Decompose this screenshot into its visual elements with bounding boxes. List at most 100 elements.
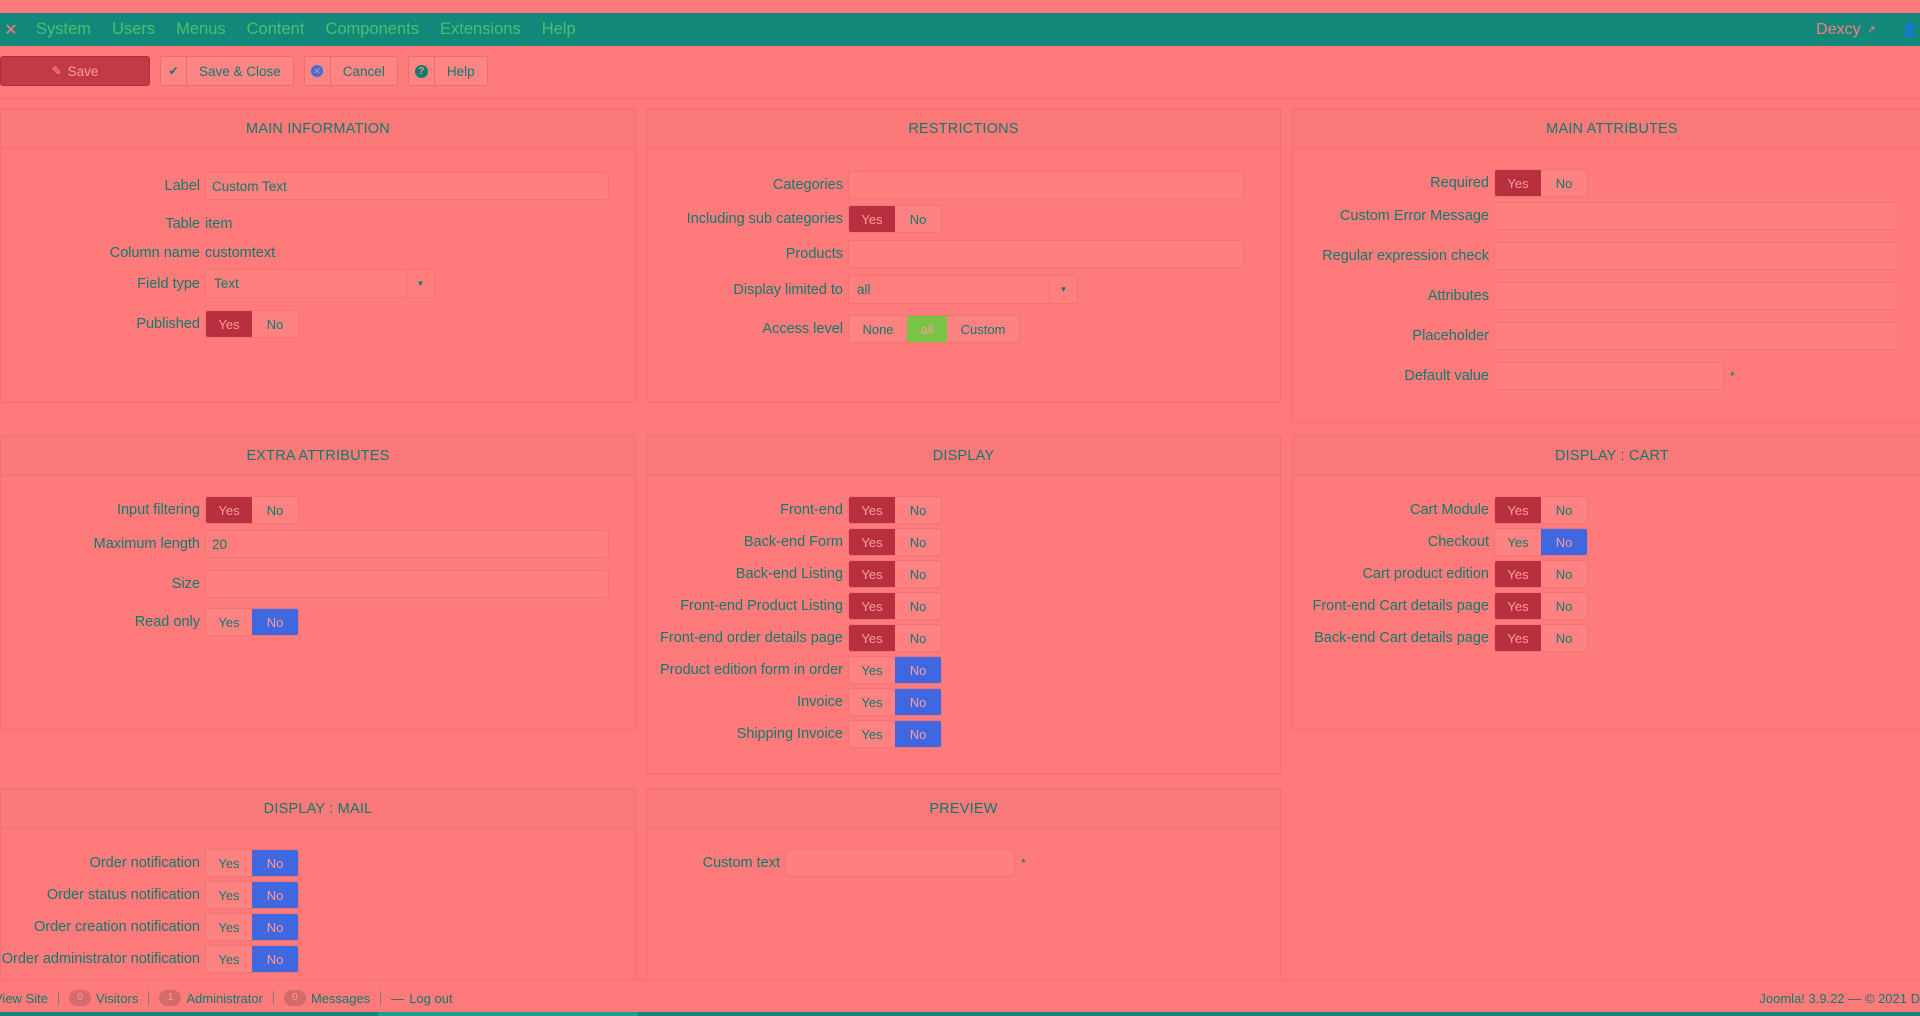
field-label: Size bbox=[171, 576, 200, 592]
categories-input[interactable] bbox=[848, 171, 1244, 199]
size-input[interactable] bbox=[205, 570, 609, 598]
menu-help[interactable]: Help bbox=[542, 20, 576, 39]
joomla-logo-icon[interactable]: ✕ bbox=[0, 13, 22, 46]
toggle-row: Back-end Form Yes No bbox=[647, 528, 1280, 556]
site-name-link[interactable]: Dexcy bbox=[1816, 21, 1860, 39]
status-footer: View Site 0 Visitors 1 Administrator 0 M… bbox=[0, 979, 1920, 1016]
messages-count-badge: 0 bbox=[283, 990, 306, 1006]
menu-system[interactable]: System bbox=[36, 20, 91, 39]
panel-title: DISPLAY bbox=[647, 436, 1280, 476]
panel-display-mail: DISPLAY : MAIL Order notification Yes No Or… bbox=[0, 788, 636, 988]
display-limited-select[interactable]: all ▼ bbox=[848, 275, 1078, 304]
regex-input[interactable] bbox=[1494, 242, 1898, 270]
default-value-input[interactable] bbox=[1494, 362, 1724, 390]
toggle-yes[interactable]: Yes bbox=[849, 529, 895, 555]
toggle-no[interactable]: No bbox=[252, 311, 298, 337]
panel-restrictions: RESTRICTIONS Categories Including sub ca… bbox=[646, 108, 1281, 403]
toggle-no[interactable]: No bbox=[895, 206, 941, 232]
access-none[interactable]: None bbox=[849, 316, 907, 342]
products-input[interactable] bbox=[848, 240, 1244, 268]
toggle-no[interactable]: No bbox=[895, 689, 941, 715]
custom-text-input[interactable] bbox=[785, 849, 1015, 877]
toggle-yes[interactable]: Yes bbox=[849, 561, 895, 587]
toggle-no[interactable]: No bbox=[895, 657, 941, 683]
toggle-row: Product edition form in order Yes No bbox=[647, 656, 1280, 684]
toggle-no[interactable]: No bbox=[895, 593, 941, 619]
toggle-yes[interactable]: Yes bbox=[849, 593, 895, 619]
toggle-yes[interactable]: Yes bbox=[206, 946, 252, 972]
toggle-yes[interactable]: Yes bbox=[849, 721, 895, 747]
menu-components[interactable]: Components bbox=[325, 20, 419, 39]
panel-title: MAIN INFORMATION bbox=[1, 109, 635, 149]
logout-link[interactable]: — Log out bbox=[391, 991, 452, 1006]
toggle-no[interactable]: No bbox=[252, 914, 298, 940]
admin-link[interactable]: 1 Administrator bbox=[159, 990, 263, 1006]
toggle-no[interactable]: No bbox=[252, 882, 298, 908]
toggle-no[interactable]: No bbox=[895, 721, 941, 747]
menu-users[interactable]: Users bbox=[112, 20, 155, 39]
visitors-link[interactable]: 0 Visitors bbox=[68, 990, 138, 1006]
published-toggle: Yes No bbox=[205, 310, 299, 338]
toggle-yes[interactable]: Yes bbox=[206, 914, 252, 940]
admin-count-badge: 1 bbox=[159, 990, 182, 1006]
toggle-no[interactable]: No bbox=[895, 529, 941, 555]
field-label: Regular expression check bbox=[1322, 248, 1489, 264]
toggle-yes[interactable]: Yes bbox=[206, 850, 252, 876]
view-site-link[interactable]: View Site bbox=[0, 991, 48, 1006]
toggle-yes[interactable]: Yes bbox=[1495, 497, 1541, 523]
toggle-yes[interactable]: Yes bbox=[1495, 170, 1541, 196]
toggle-yes[interactable]: Yes bbox=[849, 657, 895, 683]
menu-content[interactable]: Content bbox=[247, 20, 305, 39]
field-label: Custom Error Message bbox=[1339, 208, 1489, 224]
toggle-no[interactable]: No bbox=[252, 850, 298, 876]
attributes-input[interactable] bbox=[1494, 282, 1898, 310]
toggle-no[interactable]: No bbox=[895, 497, 941, 523]
field-label: Cart Module bbox=[1410, 502, 1489, 518]
toggle-yes[interactable]: Yes bbox=[1495, 625, 1541, 651]
toggle-no[interactable]: No bbox=[895, 625, 941, 651]
toggle-no[interactable]: No bbox=[252, 609, 298, 635]
user-menu-icon[interactable]: 👤 bbox=[1902, 22, 1918, 38]
toggle-no[interactable]: No bbox=[1541, 497, 1587, 523]
custom-error-input[interactable] bbox=[1494, 202, 1898, 230]
access-all[interactable]: all bbox=[907, 316, 947, 342]
access-custom[interactable]: Custom bbox=[947, 316, 1019, 342]
field-type-select[interactable]: Text ▼ bbox=[205, 269, 435, 298]
toggle-yes[interactable]: Yes bbox=[206, 609, 252, 635]
toggle-yes[interactable]: Yes bbox=[206, 311, 252, 337]
save-close-button[interactable]: ✔ Save & Close bbox=[160, 56, 294, 86]
toggle-yes[interactable]: Yes bbox=[849, 497, 895, 523]
toggle-yes[interactable]: Yes bbox=[206, 882, 252, 908]
help-label: Help bbox=[446, 63, 475, 79]
toggle-no[interactable]: No bbox=[1541, 593, 1587, 619]
menu-menus[interactable]: Menus bbox=[176, 20, 226, 39]
toggle-no[interactable]: No bbox=[252, 497, 298, 523]
max-length-input[interactable]: 20 bbox=[205, 530, 609, 558]
toggle-yes[interactable]: Yes bbox=[849, 625, 895, 651]
divider bbox=[148, 991, 150, 1005]
toggle-yes[interactable]: Yes bbox=[849, 206, 895, 232]
toggle-yes[interactable]: Yes bbox=[1495, 561, 1541, 587]
save-button[interactable]: ✎ Save bbox=[0, 56, 150, 86]
help-button[interactable]: ? Help bbox=[407, 56, 488, 86]
panel-title: MAIN ATTRIBUTES bbox=[1293, 109, 1920, 149]
field-label: Custom text bbox=[702, 855, 780, 871]
label-input[interactable]: Custom Text bbox=[205, 172, 609, 200]
placeholder-input[interactable] bbox=[1494, 322, 1898, 350]
messages-link[interactable]: 0 Messages bbox=[283, 990, 370, 1006]
cancel-button[interactable]: ✕ Cancel bbox=[303, 56, 398, 86]
access-level-toggle: None all Custom bbox=[848, 315, 1020, 343]
toggle-no[interactable]: No bbox=[1541, 170, 1587, 196]
menu-extensions[interactable]: Extensions bbox=[440, 20, 521, 39]
toggle-yes[interactable]: Yes bbox=[1495, 593, 1541, 619]
toggle-no[interactable]: No bbox=[895, 561, 941, 587]
toggle-yes[interactable]: Yes bbox=[1495, 529, 1541, 555]
toggle-yes[interactable]: Yes bbox=[206, 497, 252, 523]
toggle-no[interactable]: No bbox=[1541, 561, 1587, 587]
toggle-no[interactable]: No bbox=[252, 946, 298, 972]
main-menu: System Users Menus Content Components Ex… bbox=[36, 20, 597, 39]
toggle-no[interactable]: No bbox=[1541, 625, 1587, 651]
toolbar: ✎ Save ✔ Save & Close ✕ Cancel ? Help bbox=[0, 56, 498, 86]
toggle-no[interactable]: No bbox=[1541, 529, 1587, 555]
toggle-yes[interactable]: Yes bbox=[849, 689, 895, 715]
